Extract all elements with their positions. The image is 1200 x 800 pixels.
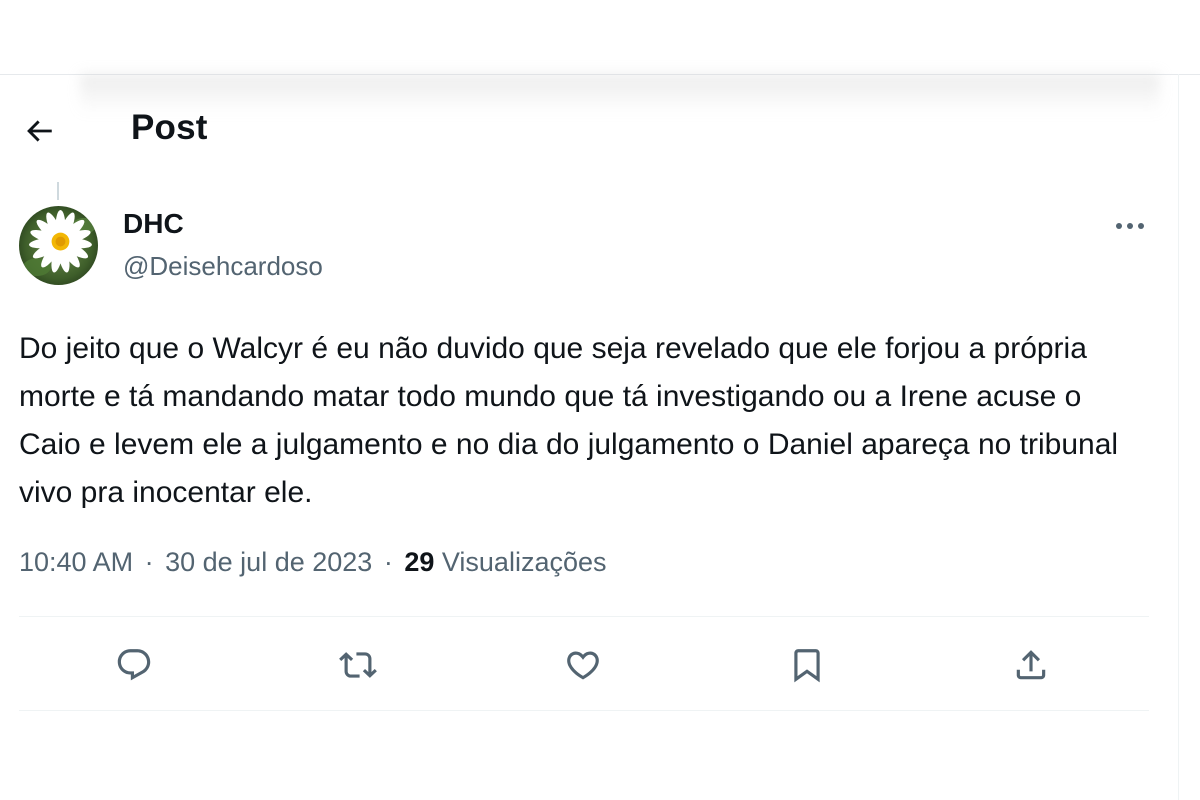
- page-title: Post: [131, 108, 208, 147]
- share-icon: [1016, 650, 1046, 680]
- avatar[interactable]: [19, 206, 98, 285]
- like-button[interactable]: [560, 642, 606, 688]
- author-display-name[interactable]: DHC: [123, 208, 184, 240]
- repost-button[interactable]: [335, 642, 381, 688]
- reply-icon: [117, 649, 151, 681]
- daisy-avatar: [19, 206, 98, 285]
- author-handle[interactable]: @Deisehcardoso: [123, 251, 323, 282]
- meta-separator: ·: [383, 547, 393, 577]
- arrow-left-icon: [27, 120, 52, 142]
- views-label: Visualizações: [441, 547, 607, 577]
- post-date[interactable]: 30 de jul de 2023: [165, 547, 372, 577]
- repost-icon: [339, 652, 377, 678]
- post-time[interactable]: 10:40 AM: [19, 547, 133, 577]
- share-button[interactable]: [1008, 642, 1054, 688]
- bookmark-button[interactable]: [784, 642, 830, 688]
- thread-connector: [57, 182, 59, 200]
- divider: [19, 710, 1149, 711]
- back-button[interactable]: [18, 110, 60, 152]
- divider: [19, 616, 1149, 617]
- reply-button[interactable]: [111, 642, 157, 688]
- post-text: Do jeito que o Walcyr é eu não duvido qu…: [19, 332, 1119, 509]
- post-page: Post DHC @Deisehcardoso Do jeito que o W…: [0, 0, 1200, 800]
- heart-icon: [567, 651, 599, 680]
- meta-separator: ·: [144, 547, 154, 577]
- header-shadow: [80, 74, 1160, 114]
- more-options-button[interactable]: [1108, 210, 1152, 242]
- bookmark-icon: [794, 649, 820, 683]
- post-meta: 10:40 AM · 30 de jul de 2023 · 29 Visual…: [19, 547, 607, 578]
- views-count: 29: [404, 547, 435, 577]
- more-dots-icon: [1116, 223, 1144, 229]
- column-border: [1178, 74, 1179, 800]
